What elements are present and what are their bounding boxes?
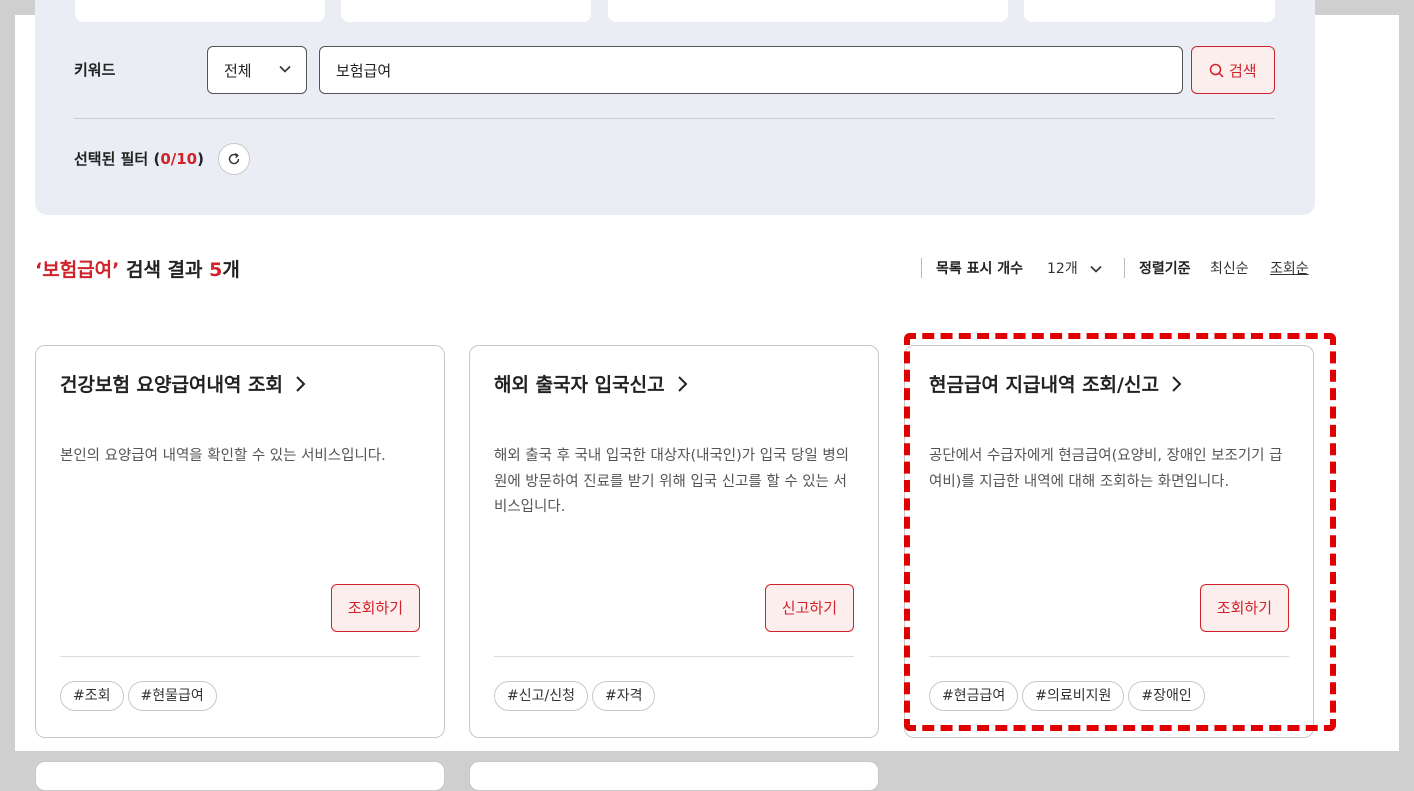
refresh-icon — [228, 153, 240, 165]
tag-chip[interactable]: #장애인 — [1128, 681, 1205, 711]
selected-filter-text: 선택된 필터 ( — [74, 150, 161, 168]
card-title-link[interactable]: 해외 출국자 입국신고 — [494, 370, 689, 397]
chevron-right-icon — [296, 376, 306, 392]
divider — [921, 258, 922, 278]
chevron-right-icon — [677, 376, 687, 392]
card-tags: #신고/신청 #자격 — [494, 681, 659, 711]
service-card: 해외 출국자 입국신고 해외 출국 후 국내 입국한 대상자(내국인)가 입국 … — [469, 345, 879, 738]
service-card: 현금급여 지급내역 조회/신고 공단에서 수급자에게 현금급여(요양비, 장애인… — [904, 345, 1314, 738]
sort-label: 정렬기준 — [1139, 261, 1191, 277]
search-scope-select[interactable]: 전체 — [207, 46, 307, 94]
card-description: 공단에서 수급자에게 현금급여(요양비, 장애인 보조기기 급여비)를 지급한 … — [929, 448, 1283, 490]
tag-chip[interactable]: #신고/신청 — [494, 681, 588, 711]
card-tags: #조회 #현물급여 — [60, 681, 221, 711]
chevron-down-icon[interactable] — [1089, 262, 1103, 276]
result-title: ‘보험급여’ 검색 결과 5개 — [35, 255, 240, 282]
selected-filter-count: 0/10 — [160, 150, 198, 168]
tag-chip[interactable]: #의료비지원 — [1022, 681, 1125, 711]
result-keyword: 보험급여 — [42, 259, 113, 281]
tag-chip[interactable]: #자격 — [591, 681, 656, 711]
chevron-right-icon — [1172, 376, 1182, 392]
tag-chip[interactable]: #조회 — [60, 681, 124, 711]
filter-category-box[interactable] — [341, 0, 591, 22]
chevron-down-icon — [279, 65, 291, 73]
search-scope-value: 전체 — [224, 62, 252, 80]
card-divider — [494, 656, 854, 657]
tag-chip[interactable]: #현물급여 — [127, 681, 217, 711]
card-description: 해외 출국 후 국내 입국한 대상자(내국인)가 입국 당일 병의원에 방문하여… — [494, 448, 850, 515]
card-title-link[interactable]: 건강보험 요양급여내역 조회 — [60, 370, 307, 397]
inquiry-button[interactable]: 조회하기 — [330, 584, 420, 632]
service-card: 건강보험 요양급여내역 조회 본인의 요양급여 내역을 확인할 수 있는 서비스… — [35, 345, 445, 738]
card-title-link[interactable]: 현금급여 지급내역 조회/신고 — [929, 370, 1183, 397]
filter-panel — [35, 0, 1315, 215]
display-count-label: 목록 표시 개수 — [936, 261, 1024, 277]
display-count-select[interactable]: 12개 — [1047, 258, 1078, 278]
selected-filter-close-paren: ) — [197, 150, 204, 168]
filter-divider — [74, 118, 1275, 119]
result-count: 5 — [209, 259, 223, 281]
card-divider — [929, 656, 1289, 657]
search-button[interactable]: 검색 — [1191, 46, 1275, 94]
divider — [1124, 258, 1125, 278]
sort-latest-link[interactable]: 최신순 — [1210, 258, 1249, 278]
search-input[interactable]: 보험급여 — [319, 46, 1183, 94]
card-description: 본인의 요양급여 내역을 확인할 수 있는 서비스입니다. — [60, 448, 386, 464]
result-count-unit: 개 — [222, 259, 240, 281]
inquiry-button[interactable]: 조회하기 — [1199, 584, 1289, 632]
result-text: 검색 결과 — [119, 259, 210, 281]
search-icon — [1209, 63, 1224, 78]
card-tags: #현금급여 #의료비지원 #장애인 — [929, 681, 1209, 711]
sort-views-link[interactable]: 조회순 — [1270, 258, 1309, 278]
selected-filter-label: 선택된 필터 (0/10) — [74, 148, 204, 169]
filter-category-box[interactable] — [1024, 0, 1275, 22]
card-title: 해외 출국자 입국신고 — [494, 374, 665, 396]
card-title: 현금급여 지급내역 조회/신고 — [929, 374, 1159, 396]
search-input-value: 보험급여 — [336, 62, 392, 80]
reset-filter-button[interactable] — [218, 143, 250, 175]
search-button-label: 검색 — [1229, 62, 1257, 80]
keyword-label: 키워드 — [74, 61, 116, 79]
card-title: 건강보험 요양급여내역 조회 — [60, 374, 283, 396]
report-button[interactable]: 신고하기 — [764, 584, 854, 632]
card-divider — [60, 656, 420, 657]
filter-category-box[interactable] — [75, 0, 325, 22]
tag-chip[interactable]: #현금급여 — [929, 681, 1019, 711]
filter-category-row — [35, 0, 1315, 22]
filter-category-box[interactable] — [608, 0, 1008, 22]
